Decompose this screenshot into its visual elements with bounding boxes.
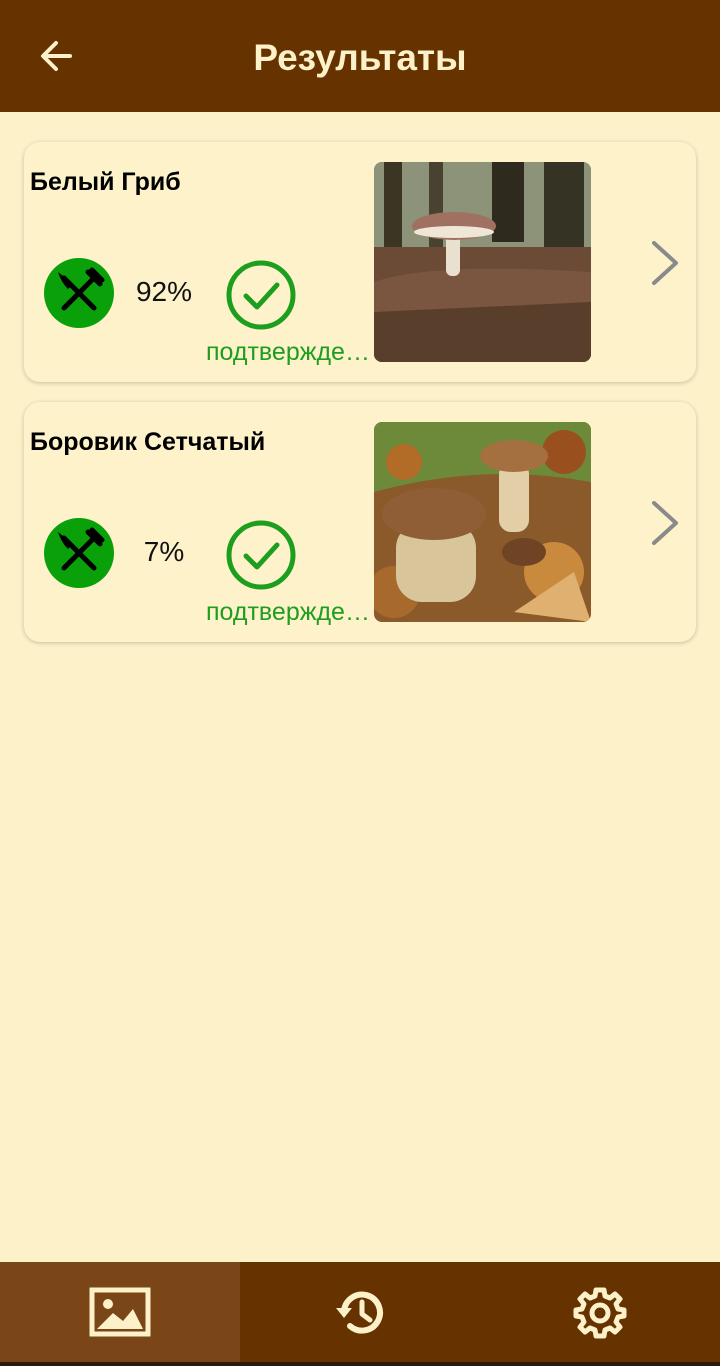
chevron-right-icon[interactable] (644, 238, 688, 288)
page-title: Результаты (253, 37, 467, 78)
check-circle-icon (226, 520, 296, 590)
check-circle-icon (226, 260, 296, 330)
settings-gear-icon (573, 1287, 627, 1339)
nav-tab-image[interactable] (0, 1262, 240, 1362)
fork-knife-icon (58, 267, 105, 311)
confirmation-status: подтвержде… (206, 338, 370, 366)
nav-tab-settings[interactable] (480, 1262, 720, 1362)
result-card[interactable]: Боровик Сетчатый 7% подтвержде… (24, 402, 696, 642)
result-card[interactable]: Белый Гриб 92% подтвержде… (24, 142, 696, 382)
history-icon (336, 1291, 383, 1334)
bottom-navigation (0, 1262, 720, 1362)
chevron-right-icon[interactable] (644, 498, 688, 548)
mushroom-photo (374, 162, 591, 362)
match-percent: 7% (143, 536, 185, 567)
mushroom-name: Белый Гриб (30, 168, 181, 196)
mushroom-photo (374, 422, 591, 622)
edible-badge (44, 518, 114, 588)
confirmation-status: подтвержде… (206, 598, 370, 626)
mushroom-name: Боровик Сетчатый (30, 428, 266, 456)
screen-bottom-edge (0, 1362, 720, 1366)
nav-tab-history[interactable] (240, 1262, 480, 1362)
app-bar: Результаты (0, 0, 720, 112)
fork-knife-icon (58, 527, 105, 571)
edible-badge (44, 258, 114, 328)
image-icon (89, 1287, 151, 1337)
match-percent: 92% (135, 276, 193, 307)
